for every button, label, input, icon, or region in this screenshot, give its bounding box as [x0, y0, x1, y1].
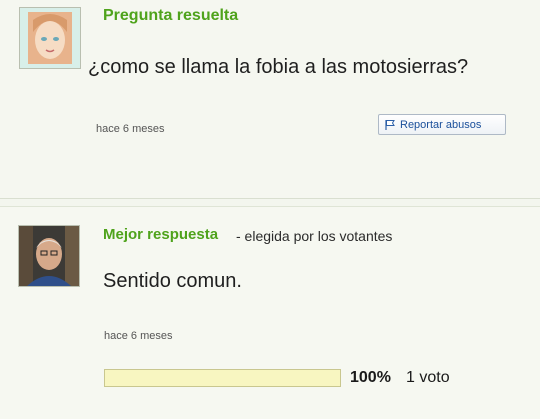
best-answer-header: Mejor respuesta: [103, 226, 219, 243]
question-header: Pregunta resuelta: [103, 7, 239, 24]
chosen-by-text: - elegida por los votantes: [236, 228, 393, 244]
flag-icon: [384, 119, 396, 131]
answerer-avatar[interactable]: [18, 225, 80, 287]
vote-progress-fill: [105, 370, 340, 386]
report-abuse-button[interactable]: Reportar abusos: [378, 114, 506, 135]
answer-timestamp: hace 6 meses: [104, 330, 173, 342]
vote-count: 1 voto: [406, 369, 450, 386]
asker-avatar[interactable]: [19, 7, 81, 69]
question-timestamp: hace 6 meses: [96, 123, 165, 135]
vote-percent: 100%: [350, 369, 391, 386]
answer-text: Sentido comun.: [103, 270, 242, 292]
vote-progress-bar: [104, 369, 341, 387]
report-abuse-label: Reportar abusos: [400, 118, 482, 131]
question-panel: [0, 0, 540, 199]
question-text: ¿como se llama la fobia a las motosierra…: [88, 56, 469, 78]
